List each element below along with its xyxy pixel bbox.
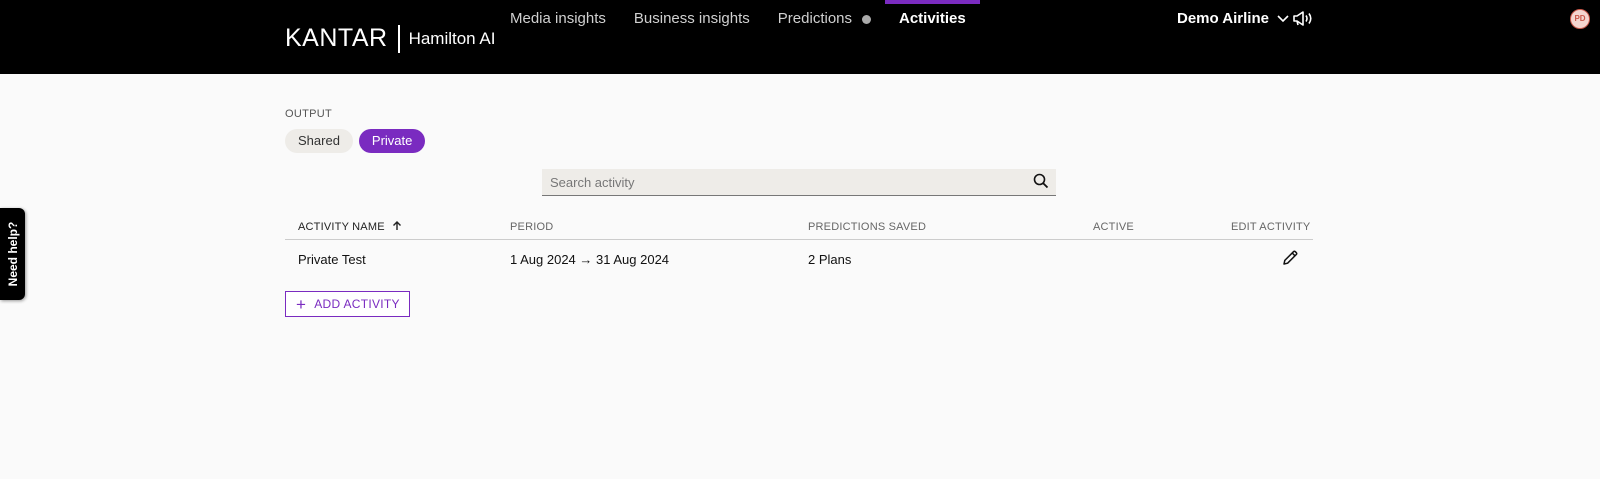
table-row[interactable]: Private Test 1 Aug 2024 → 31 Aug 2024 2 … (285, 240, 1313, 276)
sort-ascending-icon (393, 221, 402, 230)
table-header: ACTIVITY NAME PERIOD PREDICTIONS SAVED A… (285, 215, 1313, 240)
column-label: ACTIVITY NAME (298, 221, 385, 233)
nav-predictions[interactable]: Predictions (764, 0, 885, 38)
activity-name: Private Test (298, 252, 366, 267)
search-box (542, 169, 1056, 196)
activity-period: 1 Aug 2024 → 31 Aug 2024 (510, 252, 670, 267)
add-activity-label: ADD ACTIVITY (314, 297, 400, 311)
need-help-label: Need help? (5, 221, 20, 287)
search-input[interactable] (548, 169, 1012, 196)
nav-business-insights[interactable]: Business insights (620, 0, 764, 38)
chevron-down-icon (1277, 14, 1289, 22)
search-icon[interactable] (1033, 173, 1049, 189)
nav-label: Predictions (777, 10, 852, 27)
megaphone-icon[interactable] (1292, 10, 1314, 32)
product-name: Hamilton AI (408, 28, 496, 48)
column-header-activity-name[interactable]: ACTIVITY NAME (298, 221, 402, 233)
column-header-period: PERIOD (510, 221, 554, 233)
output-option-private[interactable]: Private (358, 129, 426, 153)
edit-activity-button[interactable] (1281, 249, 1299, 270)
top-navigation-bar: KANTAR Hamilton AI Media insights Busine… (0, 0, 1600, 74)
main-nav: Media insights Business insights Predict… (496, 0, 980, 74)
nav-label: Business insights (633, 10, 750, 27)
nav-label: Activities (899, 10, 966, 27)
nav-activities[interactable]: Activities (885, 0, 980, 38)
column-header-active: ACTIVE (1093, 221, 1134, 233)
brand-name: KANTAR (285, 24, 388, 52)
account-name: Demo Airline (1177, 10, 1269, 27)
plus-icon: + (296, 294, 307, 314)
column-header-edit-activity: EDIT ACTIVITY (1231, 221, 1311, 233)
logo-divider (397, 24, 400, 53)
output-option-shared[interactable]: Shared (285, 129, 353, 153)
account-switcher[interactable]: Demo Airline (1177, 10, 1289, 27)
avatar[interactable]: PD (1570, 9, 1590, 29)
output-label: OUTPUT (285, 108, 333, 120)
need-help-tab[interactable]: Need help? (0, 208, 25, 300)
status-dot-icon (862, 14, 871, 24)
logo[interactable]: KANTAR Hamilton AI (285, 24, 496, 53)
add-activity-button[interactable]: + ADD ACTIVITY (285, 291, 410, 317)
column-header-predictions-saved: PREDICTIONS SAVED (808, 221, 927, 233)
pencil-icon (1283, 250, 1298, 265)
predictions-saved: 2 Plans (808, 252, 852, 267)
output-toggle: Shared Private (285, 129, 426, 153)
nav-label: Media insights (510, 10, 606, 27)
activities-table: ACTIVITY NAME PERIOD PREDICTIONS SAVED A… (285, 215, 1313, 276)
nav-media-insights[interactable]: Media insights (496, 0, 620, 38)
